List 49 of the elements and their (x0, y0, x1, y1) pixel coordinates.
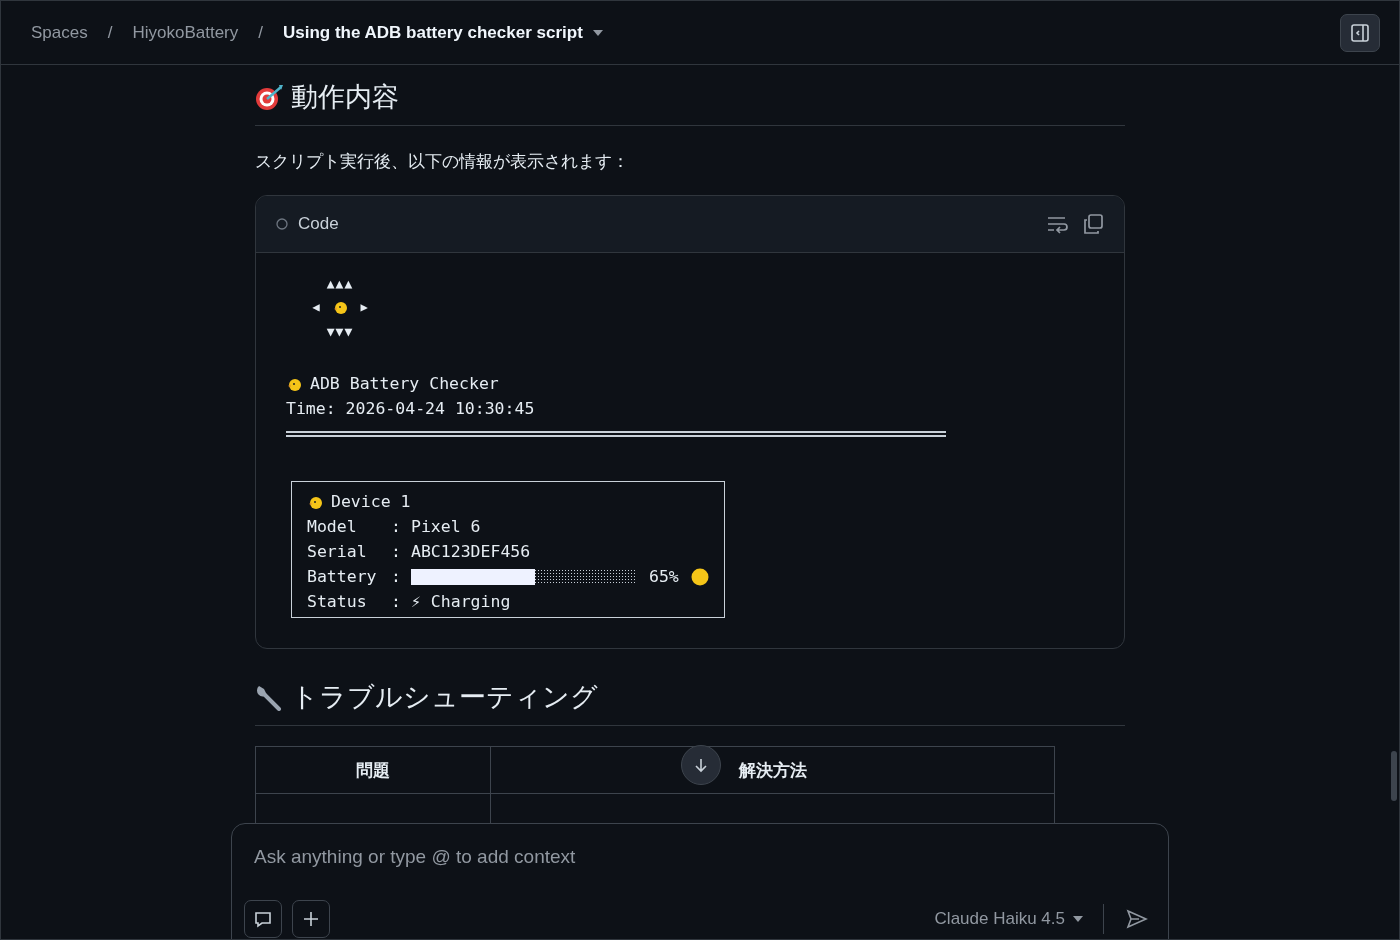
panel-icon (1350, 22, 1370, 43)
status-dot-icon (690, 567, 709, 586)
field-separator: : (391, 541, 402, 563)
device-title: Device 1 (331, 491, 411, 513)
comment-icon (254, 910, 272, 928)
target-icon (255, 83, 285, 111)
field-separator: : (391, 566, 402, 588)
chat-input[interactable]: Ask anything or type @ to add context (244, 846, 1176, 868)
field-label: Status (307, 591, 368, 613)
breadcrumb-separator: / (107, 22, 113, 43)
field-label: Battery (307, 566, 378, 588)
column-header: 解決方法 (490, 746, 1055, 794)
intro-text: スクリプト実行後、以下の情報が表示されます： (255, 151, 630, 173)
up-arrows: ▲▲▲ (326, 274, 354, 293)
caret-icon (592, 29, 603, 36)
send-icon (1126, 909, 1148, 929)
battery-reading: 65% (649, 566, 679, 588)
code-time: Time: 2026-04-24 10:30:45 (286, 398, 535, 420)
arrow-down-icon (693, 757, 709, 773)
field-value: Pixel 6 (411, 516, 482, 538)
comment-button[interactable] (244, 900, 282, 938)
breadcrumb-separator: / (258, 22, 263, 43)
field-value: ⚡ Charging (411, 591, 512, 613)
code-title: ADB Battery Checker (310, 373, 499, 395)
field-separator: : (391, 591, 402, 613)
section-heading: 動作内容 (291, 81, 399, 114)
add-button[interactable] (292, 900, 330, 938)
chick-icon (332, 299, 348, 315)
circle-icon (276, 218, 288, 230)
field-label: Model (307, 516, 358, 538)
field-value: ABC123DEF456 (411, 541, 532, 563)
caret-icon (1073, 916, 1083, 922)
down-arrows: ▼▼▼ (326, 322, 354, 341)
section-heading: トラブルシューティング (291, 681, 598, 714)
scroll-down-button[interactable] (681, 745, 721, 785)
copy-icon (1082, 213, 1104, 235)
left-arrow: ◀ (312, 298, 320, 316)
field-separator: : (391, 516, 402, 538)
breadcrumb-link[interactable]: Using the ADB battery checker script (283, 22, 603, 43)
breadcrumb-link[interactable]: Spaces (31, 22, 88, 43)
right-arrow: ▶ (360, 298, 368, 316)
field-label: Serial (307, 541, 368, 563)
code-label: Code (298, 214, 339, 234)
plus-icon (303, 911, 319, 927)
sidebar-toggle-button[interactable] (1340, 13, 1380, 52)
wrap-icon (1046, 214, 1068, 234)
model-select[interactable]: Claude Haiku 4.5 (928, 908, 1089, 930)
breadcrumb-link[interactable]: HiyokoBattery (132, 22, 239, 43)
column-header: 問題 (255, 746, 491, 794)
